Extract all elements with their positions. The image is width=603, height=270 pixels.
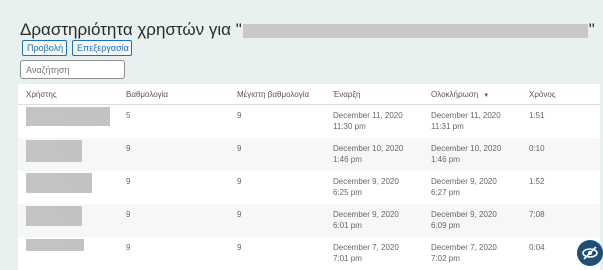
start-cell: December 10, 2020 1:46 pm — [333, 143, 404, 164]
redacted-username — [26, 172, 92, 193]
start-cell: December 11, 2020 11:30 pm — [333, 111, 403, 131]
score-cell: 5 — [126, 111, 131, 120]
max-score-cell: 9 — [237, 143, 242, 153]
start-cell: December 7, 2020 7:01 pm — [333, 242, 399, 263]
score-cell: 9 — [126, 242, 131, 252]
redacted-username — [26, 205, 82, 226]
start-cell: December 9, 2020 6:25 pm — [333, 176, 399, 197]
search-input[interactable] — [20, 60, 125, 79]
redacted-username — [26, 107, 110, 126]
hidden-eye-icon[interactable] — [577, 240, 603, 266]
col-max-score[interactable]: Μέγιστη βαθμολογία — [229, 84, 325, 105]
end-cell: December 10, 2020 1:46 pm — [431, 143, 502, 164]
view-button[interactable]: Προβολή — [22, 40, 67, 56]
time-cell: 1:51 — [529, 111, 545, 120]
user-cell[interactable] — [18, 237, 118, 270]
user-cell[interactable] — [18, 171, 118, 204]
end-cell: December 9, 2020 6:27 pm — [431, 176, 497, 197]
page-title: Δραστηριότητα χρηστών για " " — [20, 20, 595, 40]
col-time[interactable]: Χρόνος — [521, 84, 600, 105]
col-end-label: Ολοκλήρωση — [431, 89, 479, 99]
col-score[interactable]: Βαθμολογία — [118, 84, 229, 105]
score-cell: 9 — [126, 143, 131, 153]
user-cell[interactable] — [18, 105, 118, 138]
user-cell[interactable] — [18, 138, 118, 171]
time-cell: 0:10 — [529, 143, 545, 153]
end-cell: December 7, 2020 7:02 pm — [431, 242, 497, 263]
redacted-username — [26, 238, 84, 251]
table-row: 5 9 December 11, 2020 11:30 pm December … — [18, 105, 600, 138]
sort-desc-icon: ▼ — [483, 92, 490, 99]
score-cell: 9 — [126, 176, 131, 186]
time-cell: 1:52 — [529, 176, 545, 186]
max-score-cell: 9 — [237, 176, 242, 186]
table-row: 9 9 December 10, 2020 1:46 pm December 1… — [18, 137, 600, 171]
end-cell: December 9, 2020 6:09 pm — [431, 209, 497, 230]
redacted-username — [26, 139, 82, 162]
user-cell[interactable] — [18, 204, 118, 237]
title-suffix: " — [588, 20, 595, 39]
table-row: 9 9 December 9, 2020 6:01 pm December 9,… — [18, 203, 600, 237]
max-score-cell: 9 — [237, 209, 242, 219]
max-score-cell: 9 — [237, 242, 242, 252]
col-user[interactable]: Χρήστης — [18, 84, 118, 105]
title-prefix: Δραστηριότητα χρηστών για " — [20, 20, 242, 39]
table-row: 9 9 December 7, 2020 7:01 pm December 7,… — [18, 237, 600, 270]
col-start[interactable]: Έναρξη — [325, 84, 423, 105]
score-cell: 9 — [126, 209, 131, 219]
edit-button[interactable]: Επεξεργασία — [72, 40, 132, 56]
redacted-quiz-name — [242, 23, 588, 38]
time-cell: 7:08 — [529, 209, 545, 219]
start-cell: December 9, 2020 6:01 pm — [333, 209, 399, 230]
table-row: 9 9 December 9, 2020 6:25 pm December 9,… — [18, 171, 600, 204]
col-end[interactable]: Ολοκλήρωση ▼ — [423, 84, 521, 105]
end-cell: December 11, 2020 11:31 pm — [431, 111, 501, 131]
max-score-cell: 9 — [237, 111, 242, 120]
activity-table: Χρήστης Βαθμολογία Μέγιστη βαθμολογία Έν… — [18, 84, 600, 270]
table-header-row: Χρήστης Βαθμολογία Μέγιστη βαθμολογία Έν… — [18, 84, 600, 105]
